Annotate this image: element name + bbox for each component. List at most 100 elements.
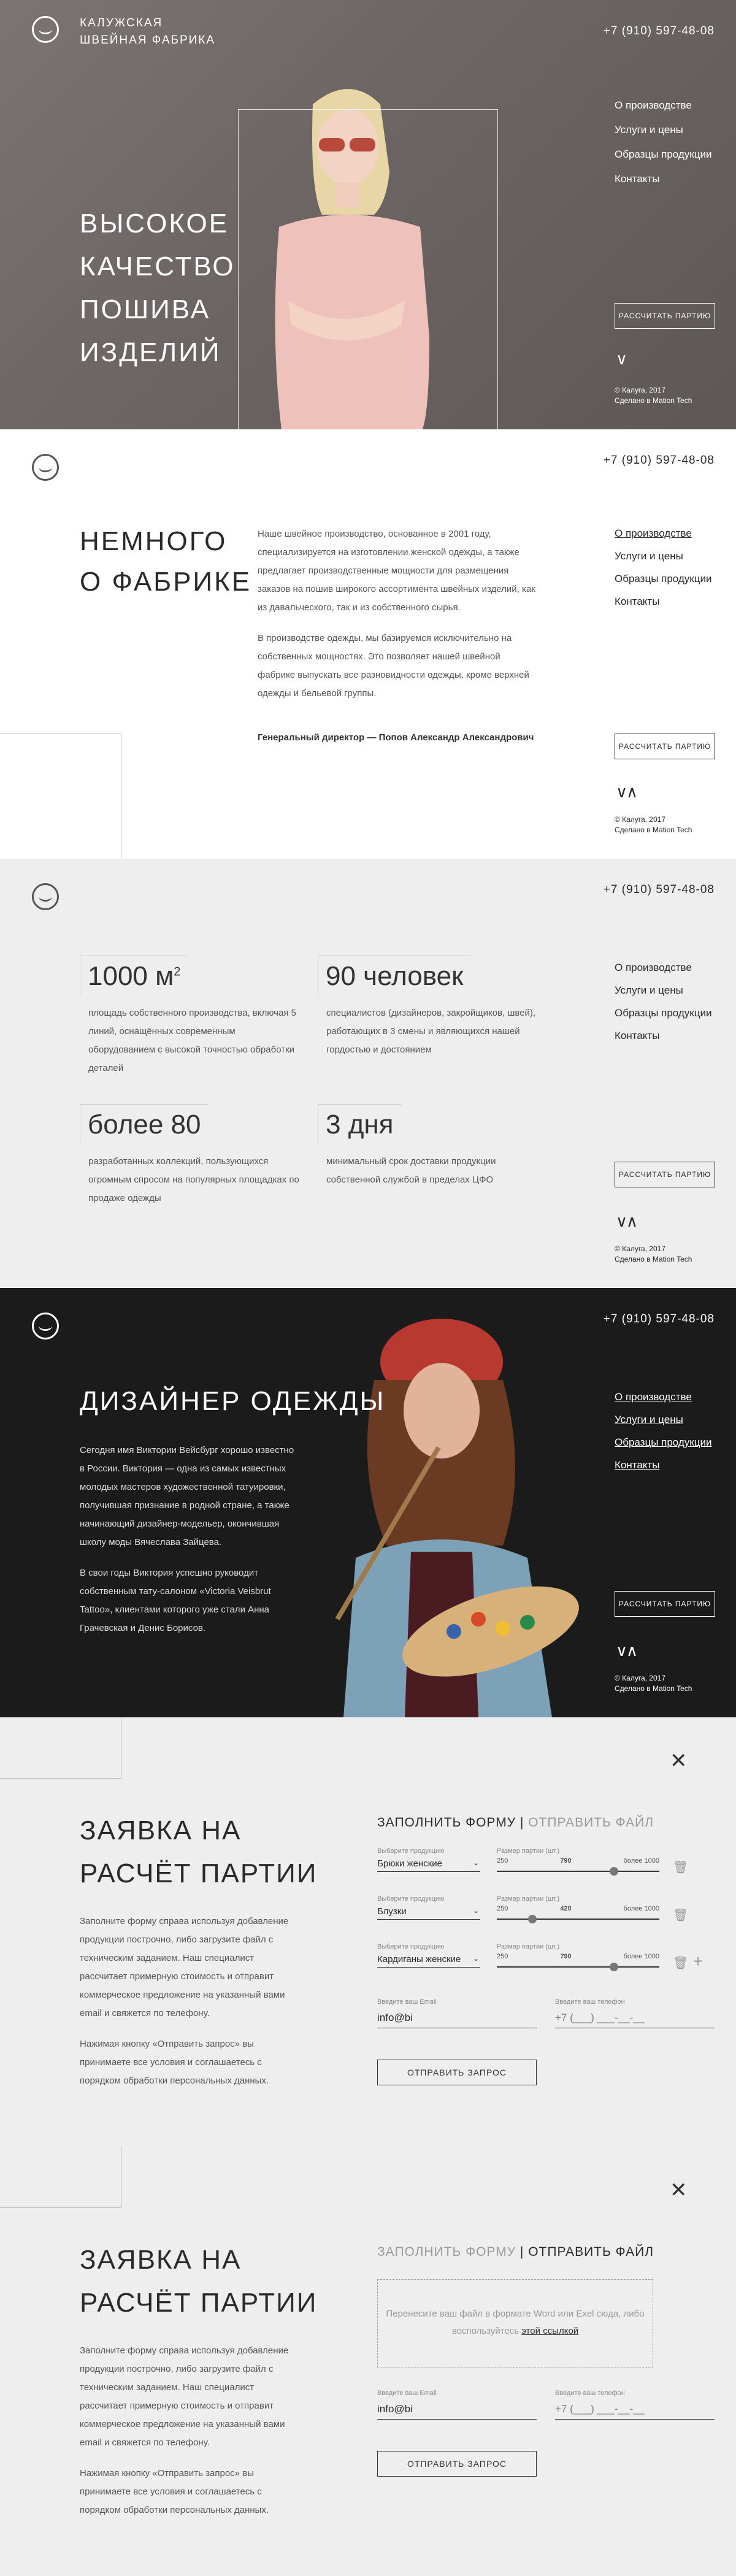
product-select[interactable]: Блузки ⌄ bbox=[377, 1904, 480, 1920]
phone-number[interactable]: +7 (910) 597-48-08 bbox=[604, 1313, 715, 1326]
stat-description: минимальный срок доставки продукции собс… bbox=[326, 1156, 496, 1185]
designer-paragraph: Сегодня имя Виктории Вейсбург хорошо изв… bbox=[80, 1445, 294, 1547]
phone-label: Введите ваш телефон bbox=[555, 1998, 625, 2006]
qty-slider[interactable]: Размер партии (шт.) 250 420 более 1000 bbox=[497, 1895, 659, 1923]
scroll-arrows-icon[interactable]: ∨ bbox=[616, 351, 627, 367]
stat-description: разработанных коллекций, пользующихся ог… bbox=[88, 1156, 299, 1203]
product-select[interactable]: Брюки женские ⌄ bbox=[377, 1856, 480, 1872]
product-value: Кардиганы женские bbox=[377, 1954, 461, 1965]
nav-item-contacts[interactable]: Контакты bbox=[615, 596, 711, 608]
upload-link[interactable]: этой ссылкой bbox=[521, 2326, 578, 2336]
product-row: Выберите продукцию Блузки ⌄ Размер партии… bbox=[377, 1895, 721, 1934]
email-input[interactable]: info@bi bbox=[377, 2399, 537, 2420]
slider-track[interactable] bbox=[497, 1963, 659, 1971]
nav-item-production[interactable]: О производстве bbox=[615, 99, 711, 112]
scroll-arrows-icon[interactable]: ∨∧ bbox=[616, 1213, 638, 1229]
trash-icon[interactable]: 🗑 bbox=[673, 1955, 688, 1971]
email-input[interactable]: info@bi bbox=[377, 2008, 537, 2028]
nav-item-contacts[interactable]: Контакты bbox=[615, 1459, 711, 1471]
logo-icon[interactable] bbox=[32, 16, 59, 43]
contact-row: Введите ваш Email info@bi Введите ваш те… bbox=[377, 2390, 721, 2429]
slider-min: 250 bbox=[497, 1953, 508, 1960]
product-select[interactable]: Кардиганы женские ⌄ bbox=[377, 1952, 480, 1968]
nav-item-samples[interactable]: Образцы продукции bbox=[615, 148, 711, 161]
nav-item-services[interactable]: Услуги и цены bbox=[615, 984, 711, 997]
designer-title: ДИЗАЙНЕР ОДЕЖДЫ bbox=[80, 1386, 386, 1416]
calc-batch-button[interactable]: РАССЧИТАТЬ ПАРТИЮ bbox=[615, 1591, 715, 1617]
nav-item-services[interactable]: Услуги и цены bbox=[615, 1414, 711, 1426]
close-icon[interactable]: ✕ bbox=[670, 1750, 688, 1771]
chevron-down-icon: ⌄ bbox=[472, 1858, 479, 1867]
hero-title: ВЫСОКОЕ КАЧЕСТВО ПОШИВА ИЗДЕЛИЙ bbox=[80, 202, 236, 374]
stat-value: 90 человек bbox=[318, 956, 471, 997]
tab-fill-form[interactable]: ЗАПОЛНИТЬ ФОРМУ bbox=[377, 1815, 516, 1830]
brand-name[interactable]: КАЛУЖСКАЯ ШВЕЙНАЯ ФАБРИКА bbox=[80, 15, 215, 49]
copyright-line: © Калуга, 2017 bbox=[615, 815, 665, 824]
slider-handle[interactable] bbox=[528, 1915, 537, 1923]
form-paragraph: Заполните форму справа используя добавле… bbox=[80, 2345, 289, 2448]
email-field[interactable]: Введите ваш Email info@bi bbox=[377, 1998, 537, 2028]
copyright-line: © Калуга, 2017 bbox=[615, 1674, 665, 1682]
logo-icon[interactable] bbox=[32, 454, 59, 481]
calc-batch-button[interactable]: РАССЧИТАТЬ ПАРТИЮ bbox=[615, 303, 715, 329]
nav-item-production[interactable]: О производстве bbox=[615, 527, 711, 540]
nav-item-services[interactable]: Услуги и цены bbox=[615, 550, 711, 562]
close-icon[interactable]: ✕ bbox=[670, 2180, 688, 2201]
send-request-button[interactable]: ОТПРАВИТЬ ЗАПРОС bbox=[377, 2451, 537, 2477]
about-title-line: НЕМНОГО bbox=[80, 526, 228, 556]
about-paragraph: В производстве одежды, мы базируемся иск… bbox=[258, 633, 529, 699]
slider-track[interactable] bbox=[497, 1867, 659, 1876]
main-nav: О производстве Услуги и цены Образцы про… bbox=[615, 527, 711, 618]
main-nav: О производстве Услуги и цены Образцы про… bbox=[615, 99, 711, 197]
slider-range: 250 420 более 1000 bbox=[497, 1905, 659, 1912]
scroll-arrows-icon[interactable]: ∨∧ bbox=[616, 784, 638, 800]
trash-icon[interactable]: 🗑 bbox=[673, 1860, 688, 1875]
qty-slider[interactable]: Размер партии (шт.) 250 790 более 1000 bbox=[497, 1847, 659, 1876]
brand-line-2: ШВЕЙНАЯ ФАБРИКА bbox=[80, 34, 216, 47]
slider-value: 420 bbox=[560, 1905, 572, 1912]
calc-batch-button[interactable]: РАССЧИТАТЬ ПАРТИЮ bbox=[615, 1162, 715, 1187]
phone-field[interactable]: Введите ваш телефон +7 (___) ___-__-__ bbox=[555, 2390, 715, 2420]
nav-item-contacts[interactable]: Контакты bbox=[615, 1030, 711, 1042]
phone-number[interactable]: +7 (910) 597-48-08 bbox=[604, 454, 715, 467]
trash-icon[interactable]: 🗑 bbox=[673, 1907, 688, 1923]
nav-item-production[interactable]: О производстве bbox=[615, 1391, 711, 1403]
phone-field[interactable]: Введите ваш телефон +7 (___) ___-__-__ bbox=[555, 1998, 715, 2028]
director-signature: Генеральный директор — Попов Александр А… bbox=[258, 732, 534, 743]
file-form-section: ✕ ЗАЯВКА НА РАСЧЁТ ПАРТИИ Заполните форм… bbox=[0, 2147, 736, 2576]
email-field[interactable]: Введите ваш Email info@bi bbox=[377, 2390, 537, 2420]
send-request-button[interactable]: ОТПРАВИТЬ ЗАПРОС bbox=[377, 2060, 537, 2085]
plus-icon[interactable]: + bbox=[693, 1952, 703, 1971]
form-title-line: ЗАЯВКА НА bbox=[80, 2245, 242, 2275]
form-paragraph: Нажимая кнопку «Отправить запрос» вы при… bbox=[80, 2039, 269, 2086]
slider-handle[interactable] bbox=[609, 1963, 618, 1971]
slider-handle[interactable] bbox=[609, 1867, 618, 1876]
tab-send-file[interactable]: ОТПРАВИТЬ ФАЙЛ bbox=[528, 1815, 654, 1830]
brand-line-1: КАЛУЖСКАЯ bbox=[80, 17, 163, 29]
drop-text: Перенесите ваш файл в формате Word или E… bbox=[386, 2309, 645, 2336]
stat-description: специалистов (дизайнеров, закройщиков, ш… bbox=[326, 1008, 536, 1055]
nav-item-production[interactable]: О производстве bbox=[615, 962, 711, 974]
phone-input[interactable]: +7 (___) ___-__-__ bbox=[555, 2399, 715, 2420]
qty-slider[interactable]: Размер партии (шт.) 250 790 более 1000 bbox=[497, 1943, 659, 1971]
file-drop-zone[interactable]: Перенесите ваш файл в формате Word или E… bbox=[377, 2279, 653, 2367]
product-row: Выберите продукцию Брюки женские ⌄ Размер… bbox=[377, 1847, 721, 1887]
scroll-arrows-icon[interactable]: ∨∧ bbox=[616, 1643, 638, 1658]
nav-item-samples[interactable]: Образцы продукции bbox=[615, 1007, 711, 1019]
phone-input[interactable]: +7 (___) ___-__-__ bbox=[555, 2008, 715, 2028]
phone-number[interactable]: +7 (910) 597-48-08 bbox=[604, 25, 715, 38]
copyright-line: Сделано в Mation Tech bbox=[615, 396, 692, 405]
phone-number[interactable]: +7 (910) 597-48-08 bbox=[604, 883, 715, 897]
calc-batch-button[interactable]: РАССЧИТАТЬ ПАРТИЮ bbox=[615, 734, 715, 759]
nav-item-services[interactable]: Услуги и цены bbox=[615, 124, 711, 136]
tab-send-file[interactable]: ОТПРАВИТЬ ФАЙЛ bbox=[528, 2245, 654, 2259]
nav-item-contacts[interactable]: Контакты bbox=[615, 173, 711, 185]
slider-track[interactable] bbox=[497, 1915, 659, 1923]
tab-fill-form[interactable]: ЗАПОЛНИТЬ ФОРМУ bbox=[377, 2245, 516, 2259]
logo-icon[interactable] bbox=[32, 1313, 59, 1340]
logo-icon[interactable] bbox=[32, 883, 59, 910]
nav-item-samples[interactable]: Образцы продукции bbox=[615, 1436, 711, 1449]
slider-min: 250 bbox=[497, 1857, 508, 1865]
nav-item-samples[interactable]: Образцы продукции bbox=[615, 573, 711, 585]
hero-section: КАЛУЖСКАЯ ШВЕЙНАЯ ФАБРИКА +7 (910) 597-4… bbox=[0, 0, 736, 429]
